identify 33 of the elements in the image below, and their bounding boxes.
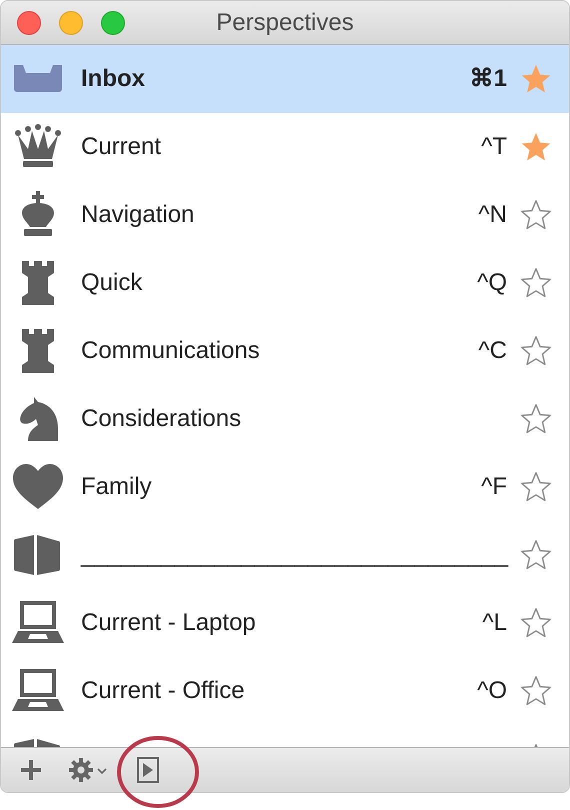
perspective-name: Navigation [81,200,194,230]
zoom-button[interactable] [101,10,125,34]
perspective-name: Current - Office [81,676,245,706]
perspective-name: Inbox [81,64,145,94]
perspective-name: Current [81,132,162,162]
shortcut-label: ^Q [477,268,507,298]
shortcut-label: ^L [482,608,507,638]
minimize-button[interactable] [59,10,83,34]
shortcut-label: ^N [478,200,507,230]
star-icon[interactable] [519,674,553,708]
perspective-name: Quick [81,268,142,298]
star-icon[interactable] [519,266,553,300]
close-button[interactable] [17,10,41,34]
star-icon[interactable] [519,538,553,572]
window-title: Perspectives [216,8,354,38]
perspective-name: Communications [81,336,260,366]
star-icon[interactable] [519,334,553,368]
perspective-name: Current - Laptop [81,608,256,638]
star-icon[interactable] [519,470,553,504]
perspective-name: Family [81,472,152,502]
perspective-name: Considerations [81,404,242,434]
shortcut-label: ^C [478,336,507,366]
perspective-row[interactable]: Inbox ⌘1 [1,45,569,113]
add-icon[interactable] [19,758,43,782]
perspective-name: ________________________________ [81,540,508,570]
shortcut-label: ⌘1 [470,64,507,94]
shortcut-label: ^O [477,676,507,706]
star-icon[interactable] [519,402,553,436]
star-icon[interactable] [519,606,553,640]
shortcut-label: ^F [481,472,507,502]
play-panel-icon[interactable] [137,757,159,783]
shortcut-label: ^T [481,132,507,162]
star-icon[interactable] [519,198,553,232]
